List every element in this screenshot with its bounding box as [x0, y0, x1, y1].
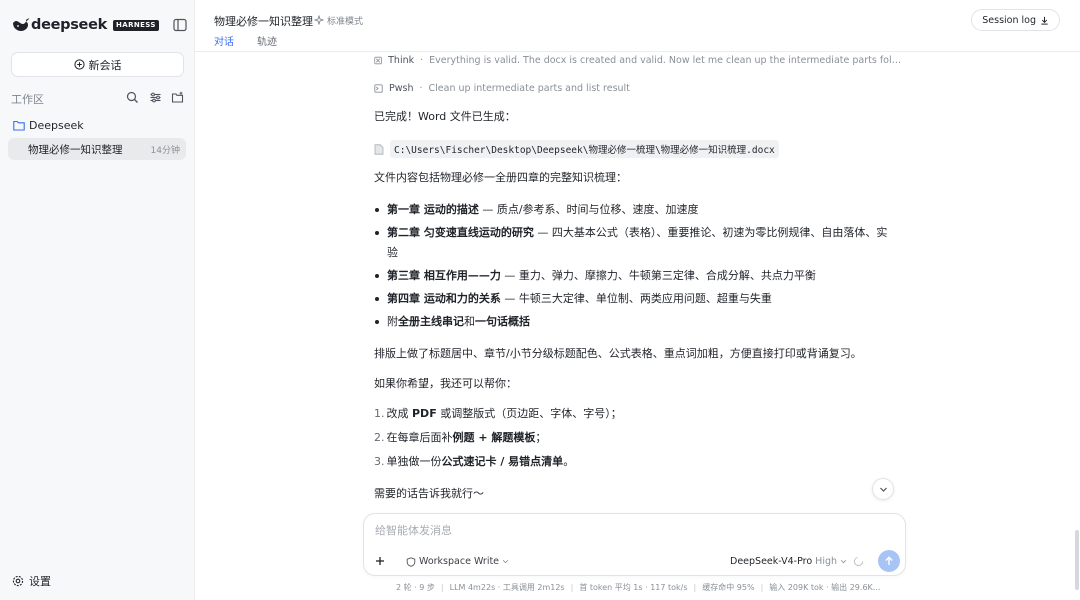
stat-cache: 缓存命中 95% [702, 583, 755, 592]
settings-button[interactable]: 设置 [12, 574, 51, 588]
session-log-button[interactable]: Session log [971, 9, 1060, 31]
filter-settings-icon[interactable] [149, 91, 162, 104]
list-item: 第四章 运动和力的关系 — 牛顿三大定律、单位制、两类应用问题、超重与失重 [374, 289, 894, 309]
list-item: 第三章 相互作用——力 — 重力、弹力、摩擦力、牛顿第三定律、合成分解、共点力平… [374, 266, 894, 286]
closing-line: 需要的话告诉我就行～ [374, 487, 484, 500]
new-folder-icon[interactable] [171, 91, 184, 104]
session-log-label: Session log [982, 14, 1036, 26]
usage-stats: 2 轮 · 9 步 | LLM 4m22s · 工具调用 2m12s | 首 token… [396, 583, 881, 592]
scroll-to-bottom-button[interactable] [872, 478, 894, 500]
done-line: 已完成！Word 文件已生成： [374, 110, 516, 123]
scrollbar-thumb[interactable] [1075, 530, 1079, 590]
list-item: 1. 改成 PDF 或调整版式（页边距、字体、字号）； [374, 407, 622, 420]
loading-spinner-icon [853, 556, 864, 567]
conversation-title: 物理必修一知识整理 [214, 15, 313, 28]
stat-rounds: 2 轮 · 9 步 [396, 583, 435, 592]
terminal-icon [374, 83, 383, 93]
model-select[interactable]: DeepSeek-V4-Pro High [730, 556, 847, 567]
arrow-up-icon [885, 556, 893, 565]
new-chat-label: 新会话 [88, 58, 122, 72]
chevron-down-icon [840, 560, 847, 564]
new-chat-button[interactable]: 新会话 [11, 52, 184, 77]
tool-desc: Everything is valid. The docx is created… [429, 54, 904, 66]
stat-llm-time: LLM 4m22s · 工具调用 2m12s [449, 583, 565, 592]
folder-name: Deepseek [29, 118, 84, 132]
tab-trace[interactable]: 轨迹 [257, 33, 277, 48]
workspace-mode-select[interactable]: Workspace Write [406, 556, 509, 567]
message-area: Think · Everything is valid. The docx is… [374, 52, 904, 507]
workspace-header: 工作区 [11, 90, 186, 106]
list-item: 附全册主线串记和一句话概括 [374, 312, 894, 332]
send-button[interactable] [878, 550, 900, 572]
folder-item-deepseek[interactable]: Deepseek [13, 118, 84, 132]
gear-icon [12, 575, 24, 587]
tool-separator: · [420, 54, 424, 66]
tool-name: Think [388, 54, 415, 66]
workspace-mode-label: Workspace Write [419, 556, 500, 567]
chevron-down-icon [502, 560, 509, 564]
sidebar-toggle-icon[interactable] [172, 17, 188, 33]
stat-tokens: 输入 209K tok · 输出 29.6K... [769, 583, 881, 592]
model-level: High [815, 556, 838, 567]
attach-button[interactable] [371, 552, 389, 570]
mode-label: 标准模式 [327, 16, 364, 27]
list-item: 3. 单独做一份公式速记卡 / 易错点清单。 [374, 455, 575, 468]
think-icon [374, 56, 382, 64]
chapter-list: 第一章 运动的描述 — 质点/参考系、时间与位移、速度、加速度 第二章 匀变速直… [374, 200, 894, 335]
plus-circle-icon [73, 59, 85, 70]
shield-edit-icon [406, 556, 416, 567]
offer-list: 1. 改成 PDF 或调整版式（页边距、字体、字号）； 2. 在每章后面补例题 + … [374, 404, 894, 476]
session-time: 14分钟 [150, 146, 180, 156]
download-icon [1041, 16, 1048, 25]
tool-separator: · [419, 82, 423, 94]
conversation-header: 物理必修一知识整理 标准模式 对话 轨迹 Session log [195, 0, 1080, 52]
list-item: 第二章 匀变速直线运动的研究 — 四大基本公式（表格）、重要推论、初速为零比例规… [374, 223, 894, 263]
settings-label: 设置 [29, 575, 51, 588]
session-item[interactable]: 物理必修一知识整理 14分钟 [8, 138, 186, 160]
tool-step-think[interactable]: Think · Everything is valid. The docx is… [374, 53, 904, 67]
mode-icon [314, 15, 324, 25]
list-item: 第一章 运动的描述 — 质点/参考系、时间与位移、速度、加速度 [374, 200, 894, 220]
workspace-label: 工作区 [11, 93, 44, 106]
plus-icon [376, 557, 384, 565]
list-item: 2. 在每章后面补例题 + 解题模板； [374, 431, 547, 444]
tool-desc: Clean up intermediate parts and list res… [428, 82, 630, 94]
file-path[interactable]: C:\Users\Fischer\Desktop\Deepseek\物理必修一梳… [390, 140, 779, 158]
brand-name: deepseek [31, 17, 107, 33]
sidebar: deepseek HARNESS 新会话 工作区 Deepseek 物理必修一知… [0, 0, 195, 600]
file-path-row: C:\Users\Fischer\Desktop\Deepseek\物理必修一梳… [374, 140, 779, 158]
model-name: DeepSeek-V4-Pro [730, 556, 813, 567]
offer-intro: 如果你希望，我还可以帮你： [374, 377, 517, 390]
message-composer: Workspace Write DeepSeek-V4-Pro High [363, 513, 906, 576]
tool-step-pwsh[interactable]: Pwsh · Clean up intermediate parts and l… [374, 81, 904, 95]
tab-chat[interactable]: 对话 [214, 33, 234, 48]
search-icon[interactable] [126, 91, 139, 104]
tool-name: Pwsh [389, 82, 414, 94]
session-title: 物理必修一知识整理 [28, 144, 123, 156]
brand-row: deepseek HARNESS [12, 16, 187, 34]
whale-logo-icon [13, 18, 29, 31]
mode-badge[interactable]: 标准模式 [314, 14, 364, 27]
stat-first-token: 首 token 平均 1s · 117 tok/s [579, 583, 688, 592]
folder-icon [13, 120, 25, 131]
file-icon [374, 143, 384, 155]
message-input[interactable] [375, 522, 875, 538]
chevron-down-icon [879, 487, 887, 492]
summary-intro: 文件内容包括物理必修一全册四章的完整知识梳理： [374, 171, 627, 184]
layout-note: 排版上做了标题居中、章节/小节分级标题配色、公式表格、重点词加粗，方便直接打印或… [374, 347, 862, 360]
brand-badge: HARNESS [113, 20, 159, 31]
